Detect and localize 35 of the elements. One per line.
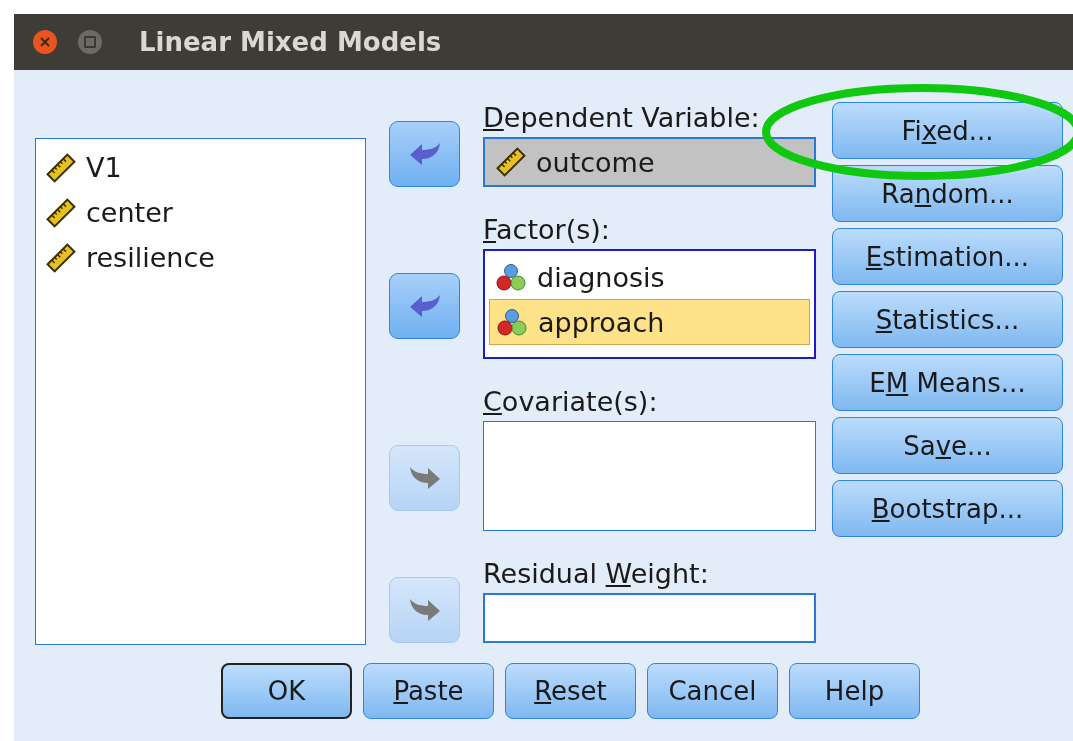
variable-list[interactable] [483, 421, 816, 531]
variable-list[interactable]: V1 center resilience [35, 138, 366, 645]
move-button[interactable] [389, 121, 460, 187]
dialog-button[interactable]: Save... [832, 417, 1063, 474]
field-label: Residual Weight: [483, 558, 710, 590]
dialog-button[interactable]: Bootstrap... [832, 480, 1063, 537]
maximize-icon[interactable] [77, 29, 103, 55]
field-label: Factor(s): [483, 214, 611, 246]
variable-item[interactable]: V1 [36, 145, 365, 190]
dialog-button[interactable]: Fixed... [832, 102, 1063, 159]
move-button[interactable] [389, 273, 460, 339]
dialog-button[interactable]: Statistics... [832, 291, 1063, 348]
dialog-button[interactable]: Reset [505, 663, 636, 719]
window-title: Linear Mixed Models [139, 27, 442, 57]
right-arrow-icon [409, 467, 440, 489]
dialog-button[interactable]: Paste [363, 663, 494, 719]
dialog-button[interactable]: Help [789, 663, 920, 719]
variable-item[interactable]: approach [489, 299, 810, 345]
dialog-button[interactable]: Estimation... [832, 228, 1063, 285]
close-icon[interactable] [32, 29, 58, 55]
dialog-button[interactable]: Cancel [647, 663, 778, 719]
variable-field[interactable] [483, 593, 816, 643]
three-balls-icon [496, 307, 528, 337]
variable-item[interactable]: resilience [36, 235, 365, 280]
dialog-button[interactable]: EM Means... [832, 354, 1063, 411]
variable-item[interactable]: diagnosis [489, 255, 810, 299]
three-balls-icon [495, 262, 527, 292]
left-arrow-icon [409, 143, 440, 165]
right-arrow-icon [409, 599, 440, 621]
dialog-button[interactable]: OK [221, 663, 352, 719]
variable-list[interactable]: diagnosis approach [483, 249, 816, 359]
field-label: Covariate(s): [483, 386, 659, 418]
field-label: Dependent Variable: [483, 102, 761, 134]
left-arrow-icon [409, 295, 440, 317]
variable-item[interactable]: center [36, 190, 365, 235]
